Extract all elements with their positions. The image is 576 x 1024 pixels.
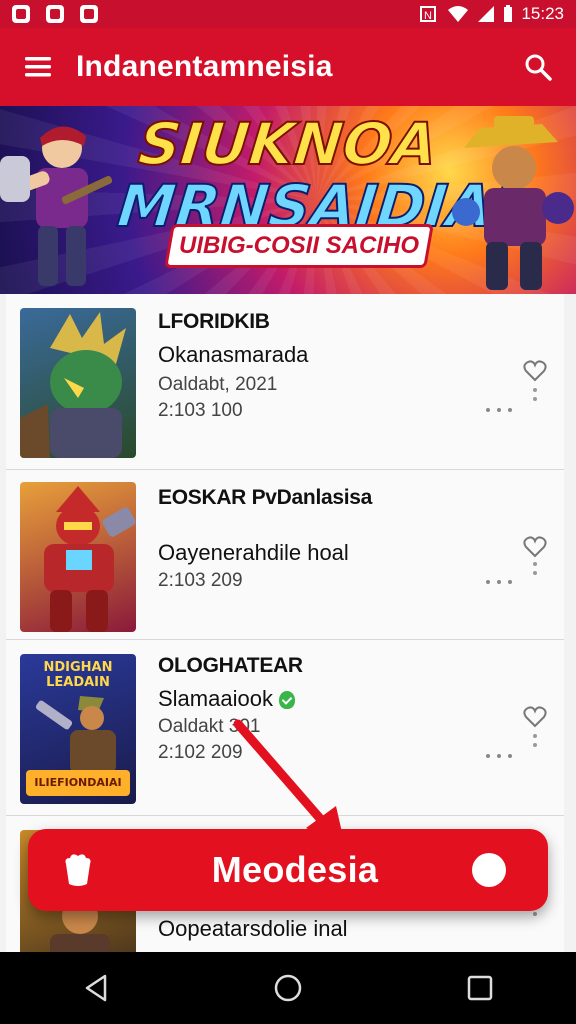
list-item[interactable]: EOSKAR PvDanlasisa Oayenerahdile hoal 2:… bbox=[6, 470, 564, 640]
more-vertical-icon[interactable] bbox=[533, 912, 539, 916]
search-icon bbox=[525, 54, 552, 81]
search-button[interactable] bbox=[500, 28, 576, 106]
gallery-notification-icon bbox=[46, 5, 64, 23]
home-icon bbox=[274, 974, 302, 1002]
banner-subtitle-ribbon: UIBIG-COSII SACIHO bbox=[164, 224, 434, 268]
more-options-button[interactable] bbox=[482, 572, 516, 592]
mail-notification-icon bbox=[80, 5, 98, 23]
favorite-button[interactable] bbox=[518, 354, 552, 388]
battery-icon bbox=[504, 5, 513, 22]
item-thumbnail: NDIGHAN LEADAIN ILIEFIONDAIAI bbox=[20, 654, 136, 804]
bag-button bbox=[28, 829, 128, 911]
heart-icon bbox=[523, 536, 547, 558]
item-title: OLOGHATEAR bbox=[158, 654, 303, 677]
bag-icon bbox=[65, 854, 91, 886]
item-thumbnail-art bbox=[44, 486, 136, 632]
notification-icon bbox=[12, 5, 30, 23]
menu-icon bbox=[25, 57, 51, 77]
favorite-button[interactable] bbox=[518, 700, 552, 734]
verified-badge-icon bbox=[278, 691, 295, 710]
item-subtitle-row: Slamaaiook bbox=[158, 686, 295, 712]
status-time: 15:23 bbox=[521, 4, 564, 23]
status-bar: N 15:23 bbox=[0, 0, 576, 28]
more-vertical-icon[interactable] bbox=[533, 388, 539, 401]
signal-icon bbox=[478, 6, 495, 22]
item-title: EOSKAR PvDanlasisa bbox=[158, 486, 373, 509]
promo-banner[interactable]: SIUKNOA MRNSAIDIAI UIBIG-COSII SACIHO bbox=[0, 106, 576, 294]
item-thumbnail bbox=[20, 308, 136, 458]
primary-action-button[interactable]: Meodesia bbox=[28, 829, 548, 911]
heart-icon bbox=[523, 360, 547, 382]
back-icon bbox=[85, 974, 107, 1002]
item-thumbnail-art bbox=[20, 312, 126, 458]
favorite-button[interactable] bbox=[518, 530, 552, 564]
back-button[interactable] bbox=[60, 952, 132, 1024]
banner-hero-right-image bbox=[452, 116, 574, 290]
item-meta-count: 2:103 209 bbox=[158, 570, 243, 591]
app-title: Indanentamneisia bbox=[76, 50, 333, 83]
banner-subtitle: UIBIG-COSII SACIHO bbox=[178, 232, 419, 259]
item-subtitle: Slamaaiook bbox=[158, 686, 273, 711]
heart-icon bbox=[523, 706, 547, 728]
recents-button[interactable] bbox=[444, 952, 516, 1024]
item-meta-date: Oaldakt 301 bbox=[158, 716, 261, 737]
thumbnail-caption-top: NDIGHAN LEADAIN bbox=[43, 660, 113, 690]
more-options-button[interactable] bbox=[482, 400, 516, 420]
banner-hero-left-image bbox=[0, 126, 113, 286]
svg-text:N: N bbox=[424, 10, 432, 22]
wifi-icon bbox=[448, 6, 469, 22]
item-meta-count: 2:103 100 bbox=[158, 400, 243, 421]
banner-title: SIUKNOA MRNSAIDIAI bbox=[113, 109, 518, 241]
item-subtitle: Oopeatarsdolie inal bbox=[158, 916, 348, 941]
thumbnail-caption-bottom: ILIEFIONDAIAI bbox=[26, 770, 130, 796]
list-item[interactable]: LFORIDKIB Okanasmarada Oaldabt, 2021 2:1… bbox=[6, 294, 564, 470]
home-button[interactable] bbox=[252, 952, 324, 1024]
item-meta-date: Oaldabt, 2021 bbox=[158, 374, 278, 395]
item-thumbnail bbox=[20, 482, 136, 632]
list-item[interactable]: NDIGHAN LEADAIN ILIEFIONDAIAI OLOGHATEAR… bbox=[6, 640, 564, 816]
item-subtitle: Oayenerahdile hoal bbox=[158, 540, 349, 565]
system-nav-bar bbox=[0, 952, 576, 1024]
item-title: LFORIDKIB bbox=[158, 310, 270, 333]
item-thumbnail-art bbox=[35, 696, 116, 774]
more-vertical-icon[interactable] bbox=[533, 562, 539, 575]
item-subtitle: Okanasmarada bbox=[158, 342, 309, 367]
banner-title-line1: SIUKNOA bbox=[134, 109, 441, 179]
toggle-dot-icon bbox=[472, 853, 506, 887]
recents-icon bbox=[467, 975, 493, 1001]
more-vertical-icon[interactable] bbox=[533, 734, 539, 747]
item-meta-count: 2:102 209 bbox=[158, 742, 243, 763]
menu-button[interactable] bbox=[0, 28, 76, 106]
app-screen: N 15:23 Indanentamneisia SIUKNOA MRNSAID… bbox=[0, 0, 576, 1024]
app-bar: Indanentamneisia bbox=[0, 28, 576, 106]
primary-action-label: Meodesia bbox=[211, 849, 379, 890]
nfc-icon: N bbox=[420, 6, 437, 22]
more-options-button[interactable] bbox=[482, 746, 516, 766]
